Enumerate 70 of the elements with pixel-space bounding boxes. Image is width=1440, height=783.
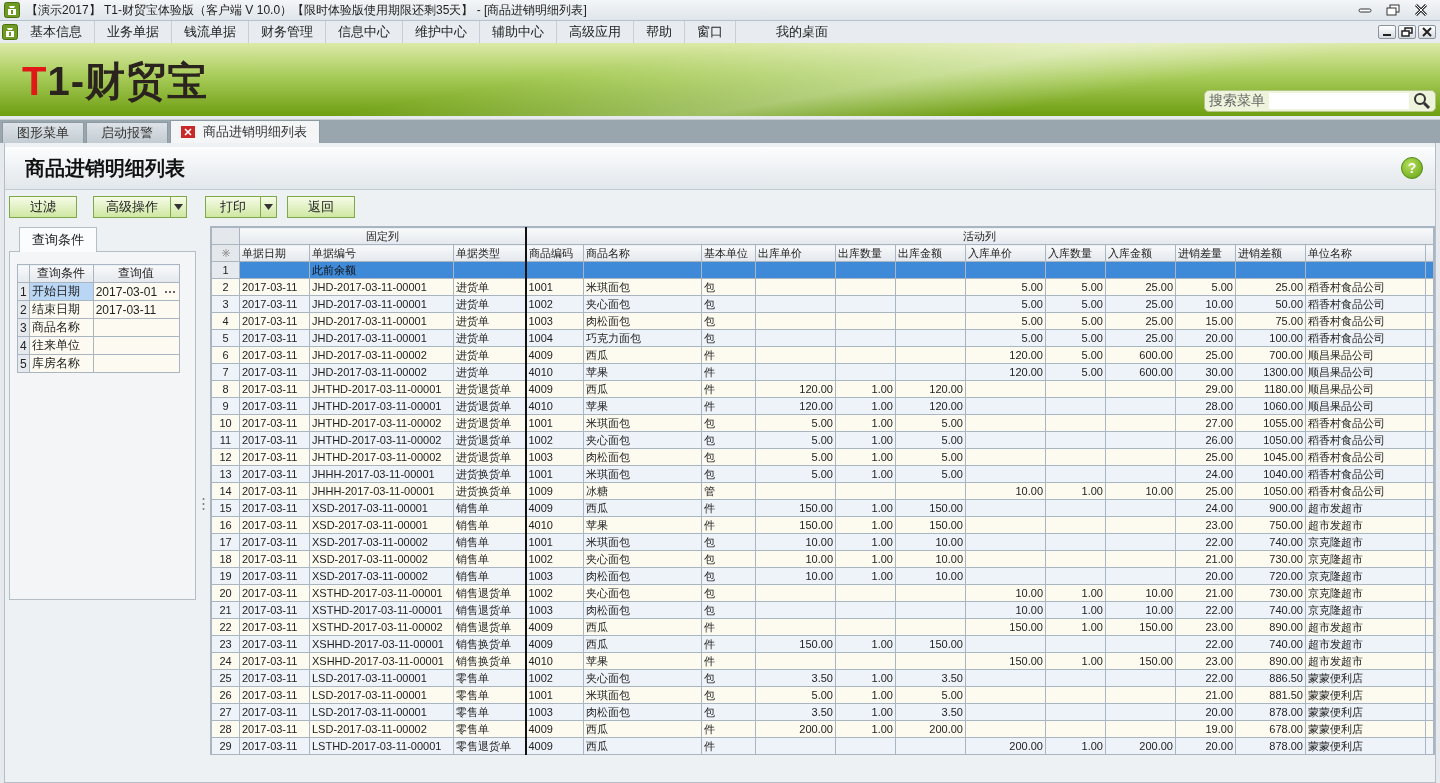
app-icon	[4, 2, 20, 18]
table-row[interactable]: 1 此前余额	[211, 261, 1434, 279]
table-row[interactable]: 4 2017-03-11 JHD-2017-03-11-00001 进货单 1003 肉松面包 包 5.00 5.00 25.00 15.00 75.00 稻香村食品公司	[211, 312, 1434, 330]
table-row[interactable]: 26 2017-03-11 LSD-2017-03-11-00001 零售单 1001 米琪面包 包 5.00 1.00 5.00 21.00 881.50 蒙蒙便利店	[211, 686, 1434, 704]
menu-item[interactable]: 业务单据	[95, 21, 172, 43]
table-row[interactable]: 28 2017-03-11 LSD-2017-03-11-00002 零售单 4009 西瓜 件 200.00 1.00 200.00 19.00 678.00 蒙蒙便利店	[211, 720, 1434, 738]
table-row[interactable]: 12 2017-03-11 JHTHD-2017-03-11-00002 进货退货单 1003 肉松面包 包 5.00 1.00 5.00 25.00 1045.00 稻香村食品公司	[211, 448, 1434, 466]
table-row[interactable]: 16 2017-03-11 XSD-2017-03-11-00001 销售单 4010 苹果 件 150.00 1.00 150.00 23.00 750.00 超市发超市	[211, 516, 1434, 534]
splitter-handle-icon[interactable]	[201, 497, 205, 511]
menu-item[interactable]: 帮助	[634, 21, 685, 43]
close-icon[interactable]	[1418, 25, 1436, 39]
search-label: 搜索菜单	[1209, 92, 1265, 110]
minimize-icon[interactable]	[1378, 25, 1396, 39]
column-group-header: 固定列	[239, 227, 526, 245]
table-row[interactable]: 10 2017-03-11 JHTHD-2017-03-11-00002 进货退货单 1001 米琪面包 包 5.00 1.00 5.00 27.00 1055.00 稻香村食品公司	[211, 414, 1434, 432]
table-row[interactable]: 3 2017-03-11 JHD-2017-03-11-00001 进货单 1002 夹心面包 包 5.00 5.00 25.00 10.00 50.00 稻香村食品公司	[211, 295, 1434, 313]
table-row[interactable]: 18 2017-03-11 XSD-2017-03-11-00002 销售单 1002 夹心面包 包 10.00 1.00 10.00 21.00 730.00 京克隆超市	[211, 550, 1434, 568]
menu-item[interactable]: 高级应用	[557, 21, 634, 43]
document-tab[interactable]: 商品进销明细列表	[170, 120, 320, 143]
table-row[interactable]: 27 2017-03-11 LSD-2017-03-11-00001 零售单 1003 肉松面包 包 3.50 1.00 3.50 20.00 878.00 蒙蒙便利店	[211, 703, 1434, 721]
table-row[interactable]: 15 2017-03-11 XSD-2017-03-11-00001 销售单 4009 西瓜 件 150.00 1.00 150.00 24.00 900.00 超市发超市	[211, 499, 1434, 517]
search-icon[interactable]	[1413, 92, 1431, 110]
table-row[interactable]: 14 2017-03-11 JHHH-2017-03-11-00001 进货换货单 1009 冰糖 管 10.00 1.00 10.00 25.00 1050.00 稻香村食品公司	[211, 482, 1434, 500]
table-row[interactable]: 7 2017-03-11 JHD-2017-03-11-00002 进货单 4010 苹果 件 120.00 5.00 600.00 30.00 1300.00 顺昌果品公司	[211, 363, 1434, 381]
search-field[interactable]	[1269, 93, 1409, 109]
table-row[interactable]: 20 2017-03-11 XSTHD-2017-03-11-00001 销售退货单 1002 夹心面包 包 10.00 1.00 10.00 21.00 730.00 京克隆超市	[211, 584, 1434, 602]
document-tab[interactable]: 启动报警	[86, 122, 168, 143]
toolbar-button[interactable]: 返回	[287, 196, 355, 218]
table-cell: 2017-03-01	[95, 284, 158, 299]
page-title: 商品进销明细列表	[25, 155, 185, 181]
column-group-header: 活动列	[525, 227, 1434, 245]
split-button[interactable]: 高级操作	[93, 196, 187, 218]
menu-item[interactable]: 钱流单据	[172, 21, 249, 43]
table-row[interactable]: 5 2017-03-11 JHD-2017-03-11-00001 进货单 1004 巧克力面包 包 5.00 5.00 25.00 20.00 100.00 稻香村食品公司	[211, 329, 1434, 347]
close-icon[interactable]	[1414, 4, 1428, 16]
table-row[interactable]: 6 2017-03-11 JHD-2017-03-11-00002 进货单 4009 西瓜 件 120.00 5.00 600.00 25.00 700.00 顺昌果品公司	[211, 346, 1434, 364]
menu-item[interactable]: 维护中心	[403, 21, 480, 43]
restore-icon[interactable]	[1398, 25, 1416, 39]
column-header: 查询条件	[29, 264, 94, 283]
table-row[interactable]: 19 2017-03-11 XSD-2017-03-11-00002 销售单 1003 肉松面包 包 10.00 1.00 10.00 20.00 720.00 京克隆超市	[211, 567, 1434, 585]
table-row[interactable]: 29 2017-03-11 LSTHD-2017-03-11-00001 零售退货单 4009 西瓜 件 200.00 1.00 200.00 20.00 878.00 蒙蒙便利店	[211, 737, 1434, 755]
window-title: 【演示2017】 T1-财贸宝体验版（客户端 V 10.0）【限时体验版使用期限还剩35天】 - [商品进销明细列表]	[26, 1, 588, 19]
split-button[interactable]: 打印	[205, 196, 277, 218]
table-row[interactable]: 8 2017-03-11 JHTHD-2017-03-11-00001 进货退货单 4009 西瓜 件 120.00 1.00 120.00 29.00 1180.00 顺昌果品公司	[211, 380, 1434, 398]
menu-item[interactable]: 我的桌面	[736, 21, 840, 43]
menu-item[interactable]: 财务管理	[249, 21, 326, 43]
restore-icon[interactable]	[1386, 4, 1400, 16]
menu-item[interactable]: 窗口	[685, 21, 736, 43]
table-row[interactable]: 24 2017-03-11 XSHHD-2017-03-11-00001 销售换货单 4010 苹果 件 150.00 1.00 150.00 23.00 890.00 超市发超市	[211, 652, 1434, 670]
table-row[interactable]: 25 2017-03-11 LSD-2017-03-11-00001 零售单 1002 夹心面包 包 3.50 1.00 3.50 22.00 886.50 蒙蒙便利店	[211, 669, 1434, 687]
table-row[interactable]: 17 2017-03-11 XSD-2017-03-11-00002 销售单 1001 米琪面包 包 10.00 1.00 10.00 22.00 740.00 京克隆超市	[211, 533, 1434, 551]
table-row[interactable]: 22 2017-03-11 XSTHD-2017-03-11-00002 销售退货单 4009 西瓜 件 150.00 1.00 150.00 23.00 890.00 超市发超市	[211, 618, 1434, 636]
asterisk-icon	[221, 249, 230, 257]
table-row[interactable]: 21 2017-03-11 XSTHD-2017-03-11-00001 销售退货单 1003 肉松面包 包 10.00 1.00 10.00 22.00 740.00 京克隆超市	[211, 601, 1434, 619]
document-tab[interactable]: 图形菜单	[2, 122, 84, 143]
table-row[interactable]: 23 2017-03-11 XSHHD-2017-03-11-00001 销售换货单 4009 西瓜 件 150.00 1.00 150.00 22.00 740.00 超市发超市	[211, 635, 1434, 653]
app-logo: T1-财贸宝	[22, 58, 208, 105]
dropdown-arrow-icon[interactable]	[264, 204, 273, 210]
app-icon	[2, 24, 18, 40]
table-row[interactable]: 2 2017-03-11 JHD-2017-03-11-00001 进货单 1001 米琪面包 包 5.00 5.00 25.00 5.00 25.00 稻香村食品公司	[211, 278, 1434, 296]
table-row[interactable]: 9 2017-03-11 JHTHD-2017-03-11-00001 进货退货单 4010 苹果 件 120.00 1.00 120.00 28.00 1060.00 顺昌果品公司	[211, 397, 1434, 415]
table-row[interactable]: 11 2017-03-11 JHTHD-2017-03-11-00002 进货退货单 1002 夹心面包 包 5.00 1.00 5.00 26.00 1050.00 稻香村食品公司	[211, 431, 1434, 449]
menu-item[interactable]: 基本信息	[18, 21, 95, 43]
table-row[interactable]: 13 2017-03-11 JHHH-2017-03-11-00001 进货换货单 1001 米琪面包 包 5.00 1.00 5.00 24.00 1040.00 稻香村食品公司	[211, 465, 1434, 483]
dropdown-arrow-icon[interactable]	[174, 204, 183, 210]
menu-item[interactable]: 辅助中心	[480, 21, 557, 43]
panel-tab[interactable]: 查询条件	[19, 227, 97, 252]
menu-item[interactable]: 信息中心	[326, 21, 403, 43]
toolbar-button[interactable]: 过滤	[9, 196, 77, 218]
column-header: 查询值	[93, 264, 180, 283]
